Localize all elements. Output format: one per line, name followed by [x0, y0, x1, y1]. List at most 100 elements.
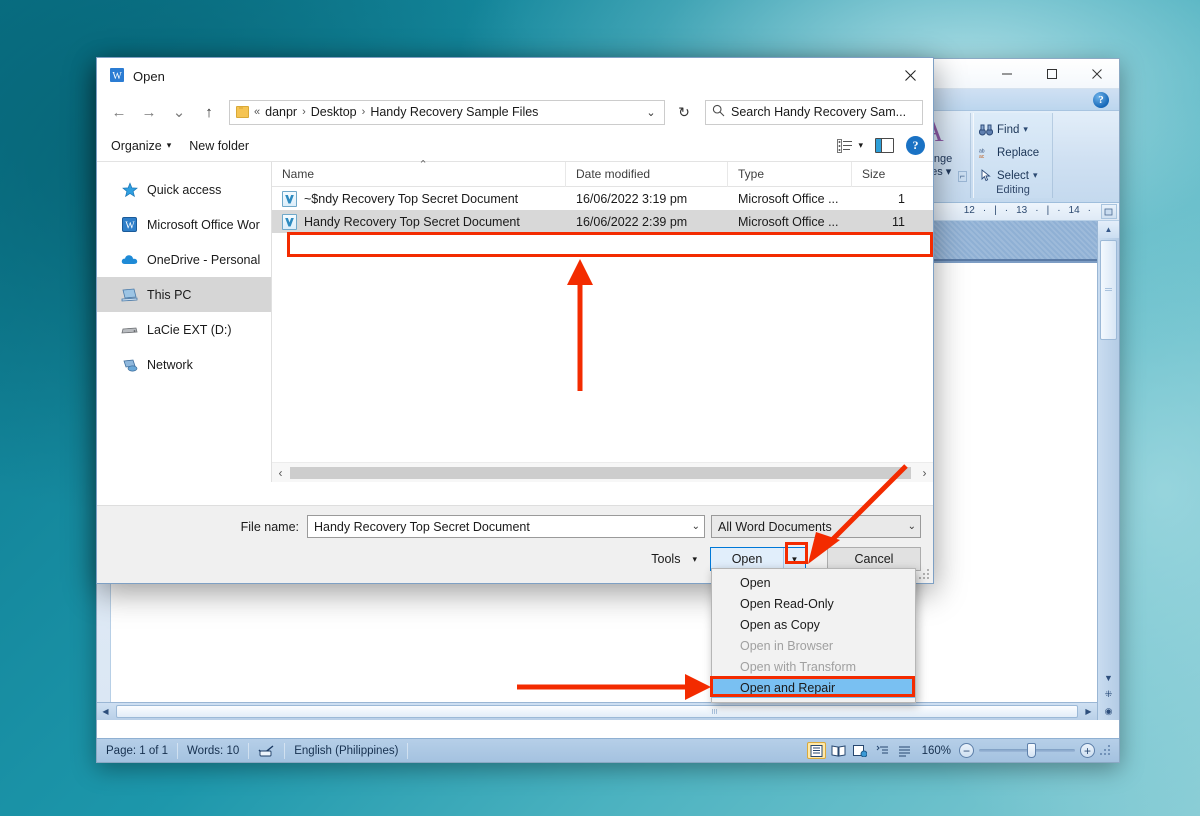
navigation-bar: ← → ⌄ ↑ « danpr › Desktop › Handy Recove… — [97, 94, 933, 130]
breadcrumb-separator-1[interactable]: › — [302, 106, 306, 118]
column-header-date-modified[interactable]: Date modified — [566, 161, 728, 187]
scroll-down-button[interactable]: ▼ — [1104, 669, 1113, 686]
chevron-down-icon[interactable]: ⌄ — [692, 521, 700, 532]
open-button[interactable]: Open — [711, 548, 783, 570]
zoom-level[interactable]: 160% — [922, 745, 951, 757]
file-scroll-thumb[interactable] — [290, 467, 911, 479]
tab-selector-icon[interactable] — [1101, 204, 1117, 219]
search-box[interactable]: Search Handy Recovery Sam... — [705, 99, 923, 125]
sidebar-item-microsoft-office-word[interactable]: W Microsoft Office Wor — [97, 207, 271, 242]
back-button[interactable]: ← — [105, 99, 133, 125]
file-name-input[interactable]: Handy Recovery Top Secret Document ⌄ — [307, 515, 705, 538]
scroll-left-button[interactable]: ‹ — [272, 466, 289, 480]
network-icon — [121, 356, 138, 373]
column-header-name[interactable]: Name — [272, 158, 566, 187]
proofing-icon[interactable] — [249, 742, 286, 759]
scroll-up-button[interactable]: ▲ — [1098, 221, 1119, 238]
breadcrumb-desktop[interactable]: Desktop — [311, 105, 357, 119]
view-caret-icon[interactable]: ▾ — [858, 140, 863, 151]
help-icon[interactable]: ? — [1093, 92, 1109, 108]
breadcrumb-danpr[interactable]: danpr — [265, 105, 297, 119]
zoom-thumb[interactable] — [1027, 743, 1036, 758]
organize-caret-icon: ▾ — [166, 140, 172, 150]
full-screen-reading-view-button[interactable] — [829, 742, 848, 759]
word-file-icon — [282, 213, 297, 230]
search-input[interactable]: Search Handy Recovery Sam... — [731, 105, 906, 119]
chevron-down-icon[interactable]: ⌄ — [908, 521, 916, 532]
sidebar-item-lacie-ext[interactable]: LaCie EXT (D:) — [97, 312, 271, 347]
file-name-cell: ~$ndy Recovery Top Secret Document — [272, 190, 566, 207]
dialog-resize-grip-icon[interactable] — [918, 569, 930, 581]
find-caret-icon[interactable]: ▾ — [1023, 124, 1028, 135]
sidebar-item-onedrive[interactable]: OneDrive - Personal — [97, 242, 271, 277]
replace-button[interactable]: ab ac Replace — [978, 142, 1040, 163]
new-folder-button[interactable]: New folder — [189, 139, 249, 153]
recent-locations-button[interactable]: ⌄ — [165, 99, 193, 125]
breadcrumb-separator-2[interactable]: › — [362, 106, 366, 118]
up-button[interactable]: ↑ — [195, 99, 223, 125]
breadcrumb-current-folder[interactable]: Handy Recovery Sample Files — [370, 105, 538, 119]
zoom-track[interactable] — [979, 743, 1075, 758]
command-bar: Organize ▾ New folder ▾ ? — [97, 130, 933, 162]
menu-item-open-read-only[interactable]: Open Read-Only — [712, 593, 915, 614]
word-vertical-scrollbar[interactable]: ▲ ▼ ⁜ ◉ — [1097, 221, 1119, 720]
sidebar-item-this-pc[interactable]: This PC — [97, 277, 271, 312]
tools-caret-icon[interactable]: ▾ — [692, 554, 697, 565]
help-icon-dialog[interactable]: ? — [906, 136, 925, 155]
column-header-size[interactable]: Size — [852, 162, 914, 187]
zoom-slider[interactable]: − + — [959, 743, 1095, 758]
previous-page-icon[interactable]: ⁜ — [1105, 686, 1113, 703]
address-bar[interactable]: « danpr › Desktop › Handy Recovery Sampl… — [229, 99, 665, 125]
column-label-size: Size — [862, 167, 886, 181]
refresh-button[interactable]: ↻ — [671, 100, 697, 125]
find-button[interactable]: Find ▾ — [978, 119, 1028, 140]
resize-grip-icon[interactable] — [1099, 744, 1111, 757]
menu-item-open-and-repair[interactable]: Open and Repair — [712, 677, 915, 698]
forward-button[interactable]: → — [135, 99, 163, 125]
zoom-in-button[interactable]: + — [1080, 743, 1095, 758]
web-layout-view-button[interactable] — [851, 742, 870, 759]
change-view-button[interactable]: ▾ — [837, 138, 863, 153]
scroll-right-button[interactable]: ▶ — [1080, 703, 1097, 720]
sidebar-item-quick-access[interactable]: Quick access — [97, 172, 271, 207]
file-rows[interactable]: ~$ndy Recovery Top Secret Document 16/06… — [272, 187, 933, 462]
table-row[interactable]: Handy Recovery Top Secret Document 16/06… — [272, 210, 933, 233]
menu-item-open-as-copy[interactable]: Open as Copy — [712, 614, 915, 635]
zoom-out-button[interactable]: − — [959, 743, 974, 758]
dialog-launcher-icon[interactable]: ⌐ — [957, 171, 967, 182]
horizontal-scroll-thumb[interactable] — [116, 705, 1078, 718]
select-browse-object-icon[interactable]: ◉ — [1105, 703, 1113, 720]
dialog-main: Quick access W Microsoft Office Wor OneD… — [97, 158, 933, 482]
table-row[interactable]: ~$ndy Recovery Top Secret Document 16/06… — [272, 187, 933, 210]
word-horizontal-scrollbar[interactable]: ◀ ▶ — [97, 702, 1097, 720]
draft-view-button[interactable] — [895, 742, 914, 759]
organize-button[interactable]: Organize ▾ — [111, 139, 171, 153]
print-layout-view-button[interactable] — [806, 742, 826, 759]
language-indicator[interactable]: English (Philippines) — [285, 742, 409, 759]
dialog-close-button[interactable] — [887, 58, 933, 92]
file-name-row: File name: Handy Recovery Top Secret Doc… — [97, 515, 921, 538]
select-caret-icon[interactable]: ▾ — [1033, 170, 1038, 181]
preview-pane-icon[interactable] — [875, 138, 894, 153]
close-button[interactable] — [1074, 59, 1119, 88]
chevron-down-icon[interactable]: ⌄ — [640, 106, 662, 119]
scroll-left-button[interactable]: ◀ — [97, 703, 114, 720]
ruler-mark-9: · — [1087, 205, 1091, 216]
sidebar-item-network[interactable]: Network — [97, 347, 271, 382]
column-header-type[interactable]: Type — [728, 161, 852, 187]
maximize-button[interactable] — [1029, 59, 1074, 88]
outline-view-button[interactable] — [873, 742, 892, 759]
word-count[interactable]: Words: 10 — [178, 742, 250, 759]
minimize-button[interactable] — [984, 59, 1029, 88]
file-list-horizontal-scrollbar[interactable]: ‹ › — [272, 462, 933, 482]
menu-item-open[interactable]: Open — [712, 572, 915, 593]
tools-button[interactable]: Tools ▾ — [651, 552, 703, 566]
file-date-1: 16/06/2022 2:39 pm — [576, 214, 688, 229]
scroll-right-button[interactable]: › — [916, 466, 933, 480]
page-indicator[interactable]: Page: 1 of 1 — [97, 742, 179, 759]
select-button[interactable]: Select ▾ — [978, 165, 1038, 186]
ribbon-group-editing: Find ▾ ab ac Replace Select ▾ Editing — [973, 113, 1053, 198]
file-type-filter[interactable]: All Word Documents ⌄ — [711, 515, 921, 538]
open-dropdown-arrow[interactable]: ▼ — [783, 548, 805, 570]
vertical-scroll-thumb[interactable] — [1100, 240, 1117, 340]
